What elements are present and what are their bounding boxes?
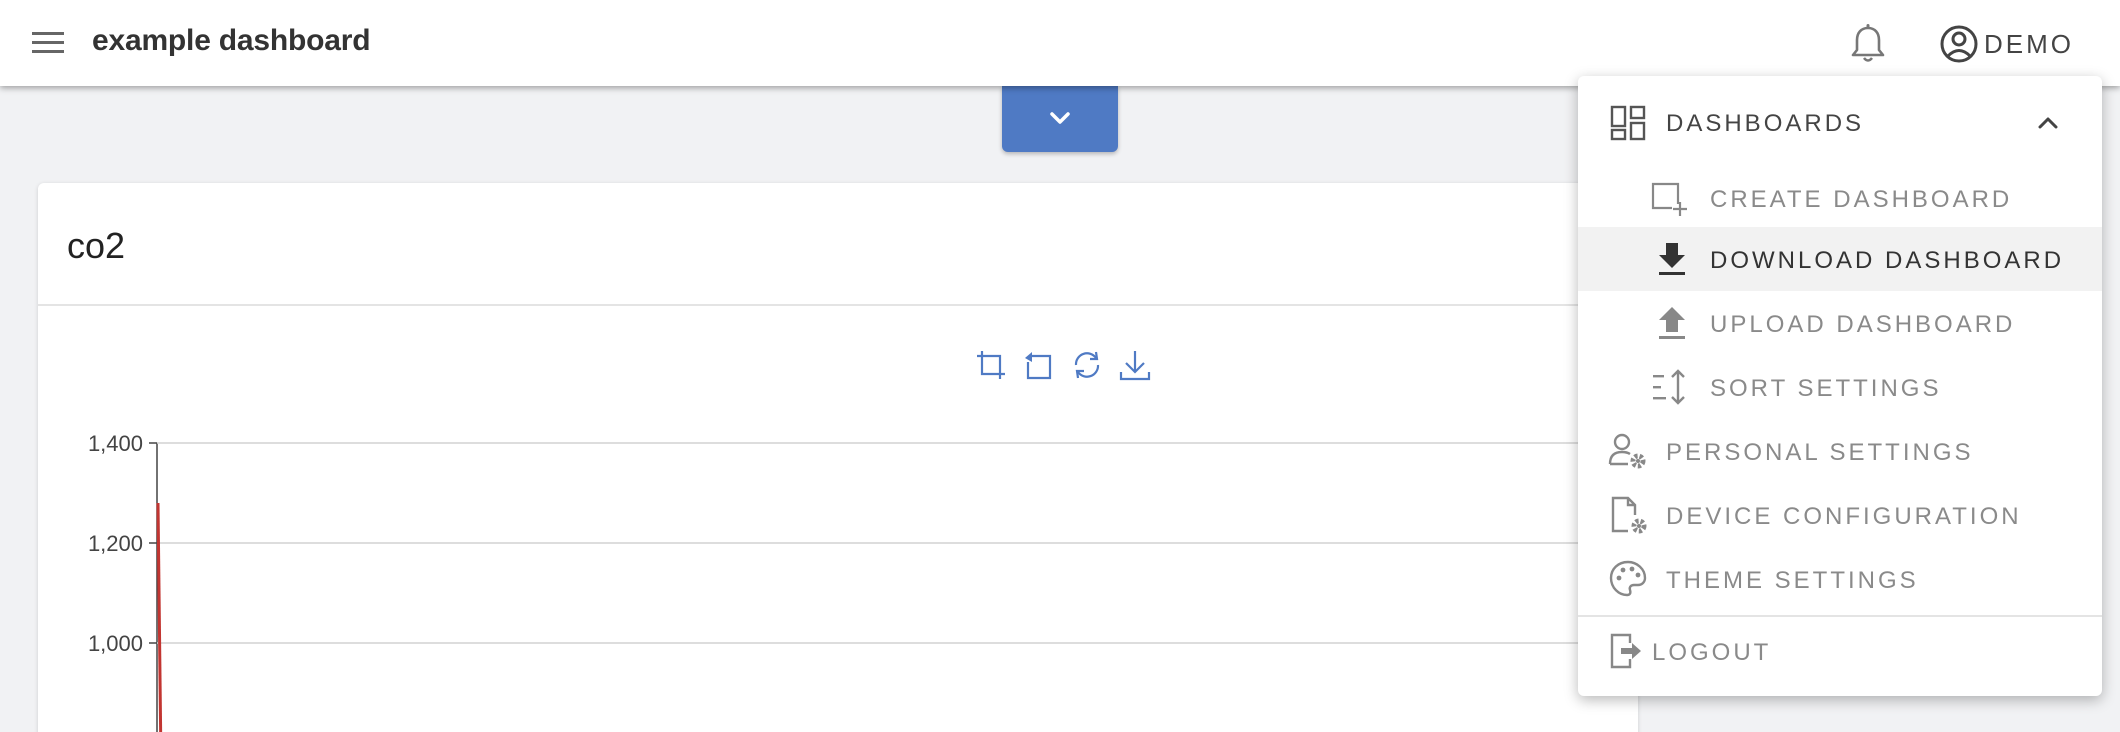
sort-icon: [1653, 369, 1685, 405]
menu-label-theme-settings: THEME SETTINGS: [1666, 567, 1919, 594]
hamburger-menu-icon[interactable]: [30, 28, 66, 58]
menu-label-logout: LOGOUT: [1652, 639, 1772, 666]
bell-icon[interactable]: [1844, 20, 1892, 68]
collapse-toggle-button[interactable]: [1002, 86, 1118, 152]
menu-label-sort-settings: SORT SETTINGS: [1710, 375, 1942, 402]
save-image-icon[interactable]: [1118, 348, 1152, 382]
download-icon: [1659, 243, 1685, 275]
dashboard-icon: [1610, 105, 1646, 141]
menu-item-device-configuration[interactable]: DEVICE CONFIGURATION: [1578, 483, 2102, 547]
menu-item-logout[interactable]: LOGOUT: [1578, 617, 2102, 685]
chevron-down-icon: [1050, 112, 1070, 124]
account-dropdown-menu: DASHBOARDS CREATE DASHBOARD DOWNLOAD DAS…: [1578, 76, 2102, 696]
menu-label-dashboards: DASHBOARDS: [1666, 110, 1865, 137]
menu-item-sort-settings[interactable]: SORT SETTINGS: [1578, 355, 2102, 419]
app-bar: example dashboard DEMO: [0, 0, 2120, 86]
chart-card: co2 1,400 1,200 1,000: [38, 183, 1638, 732]
logout-icon: [1610, 633, 1641, 669]
menu-item-personal-settings[interactable]: PERSONAL SETTINGS: [1578, 419, 2102, 483]
file-settings-icon: [1611, 496, 1647, 534]
menu-label-upload-dashboard: UPLOAD DASHBOARD: [1710, 311, 2016, 338]
series-line: [156, 502, 163, 732]
y-tick-label: 1,000: [88, 631, 143, 656]
user-menu-button[interactable]: DEMO: [1938, 20, 2074, 68]
menu-label-device-configuration: DEVICE CONFIGURATION: [1666, 503, 2022, 530]
app-title: example dashboard: [92, 24, 371, 57]
upload-icon: [1659, 307, 1685, 339]
account-circle-icon: [1940, 25, 1978, 63]
chart-area: 1,400 1,200 1,000: [88, 431, 1638, 732]
menu-item-create-dashboard[interactable]: CREATE DASHBOARD: [1578, 166, 2102, 230]
menu-label-create-dashboard: CREATE DASHBOARD: [1710, 186, 2013, 213]
y-tick-label: 1,200: [88, 531, 143, 556]
palette-icon: [1609, 560, 1647, 597]
user-label: DEMO: [1984, 28, 2074, 59]
person-settings-icon: [1608, 433, 1646, 469]
chevron-up-icon[interactable]: [2028, 103, 2068, 143]
menu-item-theme-settings[interactable]: THEME SETTINGS: [1578, 547, 2102, 611]
restore-icon[interactable]: [1070, 348, 1104, 382]
zoom-reset-icon[interactable]: [1022, 348, 1056, 382]
zoom-icon[interactable]: [974, 348, 1008, 382]
menu-item-download-dashboard[interactable]: DOWNLOAD DASHBOARD: [1578, 227, 2102, 291]
chart-toolbox: [974, 348, 1152, 382]
add-dashboard-icon: [1651, 182, 1687, 216]
menu-label-personal-settings: PERSONAL SETTINGS: [1666, 439, 1974, 466]
y-tick-label: 1,400: [88, 431, 143, 456]
menu-item-dashboards[interactable]: DASHBOARDS: [1578, 98, 2102, 148]
menu-label-download-dashboard: DOWNLOAD DASHBOARD: [1710, 247, 2065, 274]
menu-item-upload-dashboard[interactable]: UPLOAD DASHBOARD: [1578, 291, 2102, 355]
